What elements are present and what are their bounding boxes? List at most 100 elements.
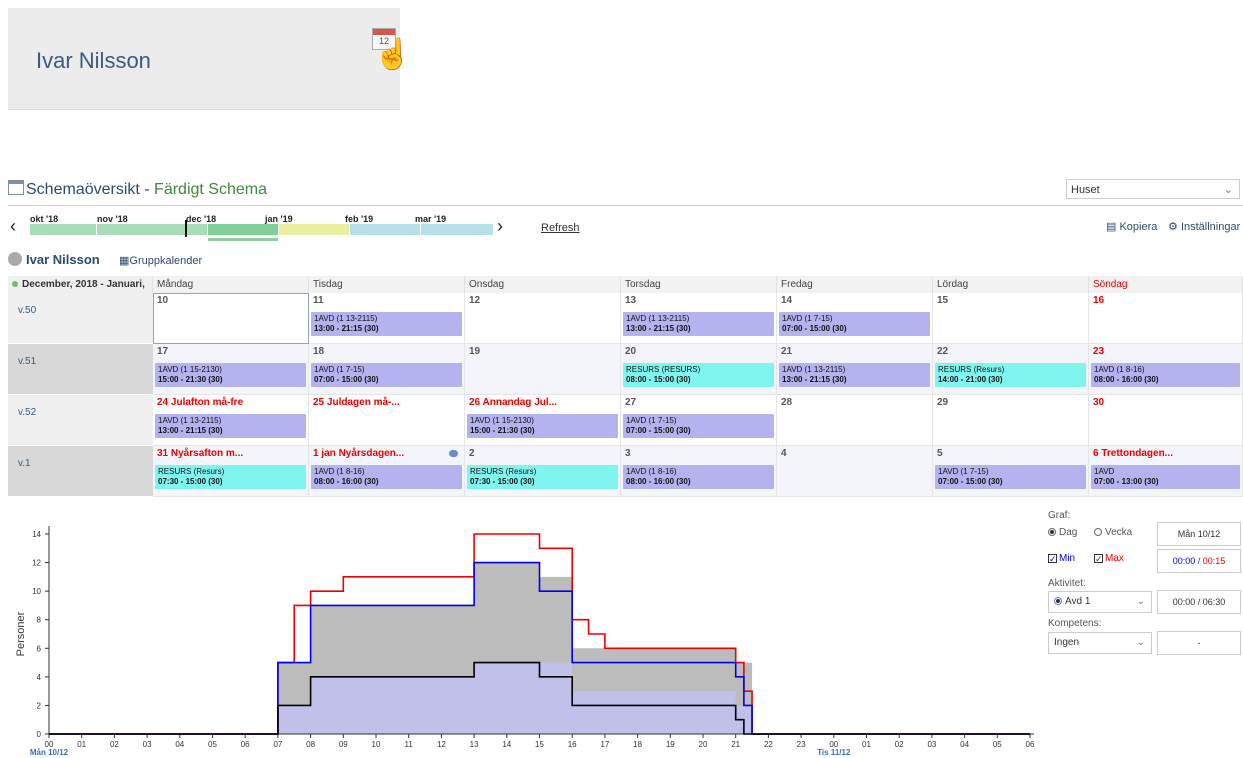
calendar-day-cell[interactable]: 30 xyxy=(1089,395,1243,446)
time-interval-field[interactable]: 00:00 / 00:15 xyxy=(1157,549,1241,573)
shift-block[interactable]: RESURS (RESURS) 08:00 - 15:00 (30) xyxy=(623,363,774,387)
shift-name: 1AVD (1 7-15) xyxy=(782,314,833,323)
dag-radio[interactable]: Dag xyxy=(1048,527,1077,538)
chevron-down-icon: ⌄ xyxy=(1223,184,1233,196)
shift-block[interactable]: 1AVD (1 13-2115) 13:00 - 21:15 (30) xyxy=(311,312,462,336)
calendar-day-cell[interactable]: 14 1AVD (1 7-15) 07:00 - 15:00 (30) xyxy=(777,293,933,344)
shift-block[interactable]: RESURS (Resurs) 07:30 - 15:00 (30) xyxy=(155,465,306,489)
day-number: 22 xyxy=(937,346,949,357)
shift-block[interactable]: RESURS (Resurs) 07:30 - 15:00 (30) xyxy=(467,465,618,489)
shift-block[interactable]: 1AVD 07:00 - 13:00 (30) xyxy=(1091,465,1240,489)
calendar-day-cell[interactable]: 24 Julafton må-fre 1AVD (1 13-2115) 13:00 … xyxy=(153,395,309,446)
unit-select[interactable]: Huset ⌄ xyxy=(1066,179,1240,199)
max-checkbox[interactable]: ✓ Max xyxy=(1094,553,1124,564)
weekday-header: Onsdag xyxy=(465,276,621,293)
y-tick-label: 2 xyxy=(37,701,42,710)
day-number: 18 xyxy=(313,346,325,357)
shift-block[interactable]: 1AVD (1 7-15) 07:00 - 15:00 (30) xyxy=(311,363,462,387)
shift-block[interactable]: 1AVD (1 13-2115) 13:00 - 21:15 (30) xyxy=(779,363,930,387)
max-label: Max xyxy=(1105,553,1124,564)
calendar-day-cell[interactable]: 16 xyxy=(1089,293,1243,344)
calendar-day-cell[interactable]: 1 jan Nyårsdagen... 1AVD (1 8-16) 08:00 - … xyxy=(309,446,465,497)
min-checkbox[interactable]: ✓ Min xyxy=(1048,553,1075,564)
day-number: 4 xyxy=(781,448,787,459)
shift-block[interactable]: 1AVD (1 13-2115) 13:00 - 21:15 (30) xyxy=(623,312,774,336)
shift-block[interactable]: 1AVD (1 15-2130) 15:00 - 21:30 (30) xyxy=(467,414,618,438)
group-calendar-link[interactable]: ▦Gruppkalender xyxy=(119,254,202,267)
timeline-segment[interactable] xyxy=(97,224,185,235)
calendar-day-cell[interactable]: 18 1AVD (1 7-15) 07:00 - 15:00 (30) xyxy=(309,344,465,395)
timeline-next-button[interactable]: › xyxy=(497,216,503,237)
timeline-segment[interactable] xyxy=(350,224,420,235)
week-label[interactable]: v.1 xyxy=(8,446,153,497)
time-separator: / xyxy=(1195,556,1203,566)
calendar-day-cell[interactable]: 4 xyxy=(777,446,933,497)
calendar-day-cell[interactable]: 26 Annandag Jul... 1AVD (1 15-2130) 15:00 … xyxy=(465,395,621,446)
calendar-day-cell[interactable]: 6 Trettondagen... 1AVD 07:00 - 13:00 (30) xyxy=(1089,446,1243,497)
calendar-day-cell[interactable]: 2 RESURS (Resurs) 07:30 - 15:00 (30) xyxy=(465,446,621,497)
timeline-segment[interactable] xyxy=(421,224,493,235)
calendar-day-cell[interactable]: 12 xyxy=(465,293,621,344)
comment-icon[interactable] xyxy=(449,450,458,457)
vecka-radio[interactable]: Vecka xyxy=(1094,527,1132,538)
timeline-segment[interactable] xyxy=(279,224,349,235)
timeline-month-label: jan '19 xyxy=(265,214,293,224)
y-tick-label: 0 xyxy=(37,730,42,739)
day-number: 12 xyxy=(469,295,481,306)
calendar-day-cell[interactable]: 19 xyxy=(465,344,621,395)
shift-block[interactable]: 1AVD (1 7-15) 07:00 - 15:00 (30) xyxy=(779,312,930,336)
shift-time: 07:00 - 13:00 (30) xyxy=(1094,477,1159,486)
calendar-day-cell[interactable]: 15 xyxy=(933,293,1089,344)
aktivitet-time-field[interactable]: 00:00 / 06:30 xyxy=(1157,590,1241,614)
shift-block[interactable]: 1AVD (1 13-2115) 13:00 - 21:15 (30) xyxy=(155,414,306,438)
timeline-segment[interactable] xyxy=(30,224,96,235)
shift-block[interactable]: 1AVD (1 8-16) 08:00 - 16:00 (30) xyxy=(623,465,774,489)
timeline-month-label: okt '18 xyxy=(30,214,59,224)
activity-dot-icon xyxy=(1054,597,1062,605)
calendar-day-cell[interactable]: 10 xyxy=(153,293,309,344)
calendar-day-cell[interactable]: 13 1AVD (1 13-2115) 13:00 - 21:15 (30) xyxy=(621,293,777,344)
x-tick-label: 05 xyxy=(993,740,1002,749)
refresh-link[interactable]: Refresh xyxy=(541,222,580,234)
calendar-day-cell[interactable]: 31 Nyårsafton m... RESURS (Resurs) 07:30 -… xyxy=(153,446,309,497)
timeline-month-label: nov '18 xyxy=(97,214,128,224)
calendar-day-cell[interactable]: 21 1AVD (1 13-2115) 13:00 - 21:15 (30) xyxy=(777,344,933,395)
settings-button[interactable]: ⚙ Inställningar xyxy=(1168,220,1240,233)
date-field[interactable]: Mån 10/12 xyxy=(1157,522,1241,546)
week-label[interactable]: v.50 xyxy=(8,293,153,344)
timeline-segment[interactable] xyxy=(186,224,207,235)
x-tick-label: 06 xyxy=(1026,740,1035,749)
calendar-day-cell[interactable]: 11 1AVD (1 13-2115) 13:00 - 21:15 (30) xyxy=(309,293,465,344)
shift-block[interactable]: 1AVD (1 8-16) 08:00 - 16:00 (30) xyxy=(311,465,462,489)
schedule-icon xyxy=(8,180,24,195)
shift-block[interactable]: 1AVD (1 7-15) 07:00 - 15:00 (30) xyxy=(935,465,1086,489)
calendar-day-cell[interactable]: 25 Juldagen må-... xyxy=(309,395,465,446)
calendar-day-cell[interactable]: 28 xyxy=(777,395,933,446)
timeline-segment[interactable] xyxy=(208,224,278,235)
x-tick-label: 10 xyxy=(372,740,381,749)
calendar-day-cell[interactable]: 17 1AVD (1 15-2130) 15:00 - 21:30 (30) xyxy=(153,344,309,395)
calendar-day-cell[interactable]: 27 1AVD (1 7-15) 07:00 - 15:00 (30) xyxy=(621,395,777,446)
kompetens-select[interactable]: Ingen ⌄ xyxy=(1048,632,1152,654)
calendar-day-cell[interactable]: 5 1AVD (1 7-15) 07:00 - 15:00 (30) xyxy=(933,446,1089,497)
week-label[interactable]: v.52 xyxy=(8,395,153,446)
timeline-prev-button[interactable]: ‹ xyxy=(10,216,16,237)
shift-block[interactable]: 1AVD (1 7-15) 07:00 - 15:00 (30) xyxy=(623,414,774,438)
calendar-day-cell[interactable]: 3 1AVD (1 8-16) 08:00 - 16:00 (30) xyxy=(621,446,777,497)
calendar-day-cell[interactable]: 23 1AVD (1 8-16) 08:00 - 16:00 (30) xyxy=(1089,344,1243,395)
kompetens-extra-field[interactable]: - xyxy=(1157,631,1241,655)
week-label[interactable]: v.51 xyxy=(8,344,153,395)
shift-block[interactable]: 1AVD (1 8-16) 08:00 - 16:00 (30) xyxy=(1091,363,1240,387)
person-name: Ivar Nilsson xyxy=(26,252,100,267)
calendar-day-cell[interactable]: 20 RESURS (RESURS) 08:00 - 15:00 (30) xyxy=(621,344,777,395)
shift-block[interactable]: RESURS (Resurs) 14:00 - 21:00 (30) xyxy=(935,363,1086,387)
calendar-day-cell[interactable]: 22 RESURS (Resurs) 14:00 - 21:00 (30) xyxy=(933,344,1089,395)
checkbox-checked-icon: ✓ xyxy=(1048,554,1057,564)
shift-block[interactable]: 1AVD (1 15-2130) 15:00 - 21:30 (30) xyxy=(155,363,306,387)
copy-button[interactable]: ▤ Kopiera xyxy=(1106,220,1157,233)
shift-name: 1AVD (1 13-2115) xyxy=(158,416,222,425)
kompetens-label: Kompetens: xyxy=(1048,618,1102,629)
shift-name: RESURS (Resurs) xyxy=(158,467,225,476)
calendar-day-cell[interactable]: 29 xyxy=(933,395,1089,446)
aktivitet-select[interactable]: Avd 1 ⌄ xyxy=(1048,591,1152,613)
